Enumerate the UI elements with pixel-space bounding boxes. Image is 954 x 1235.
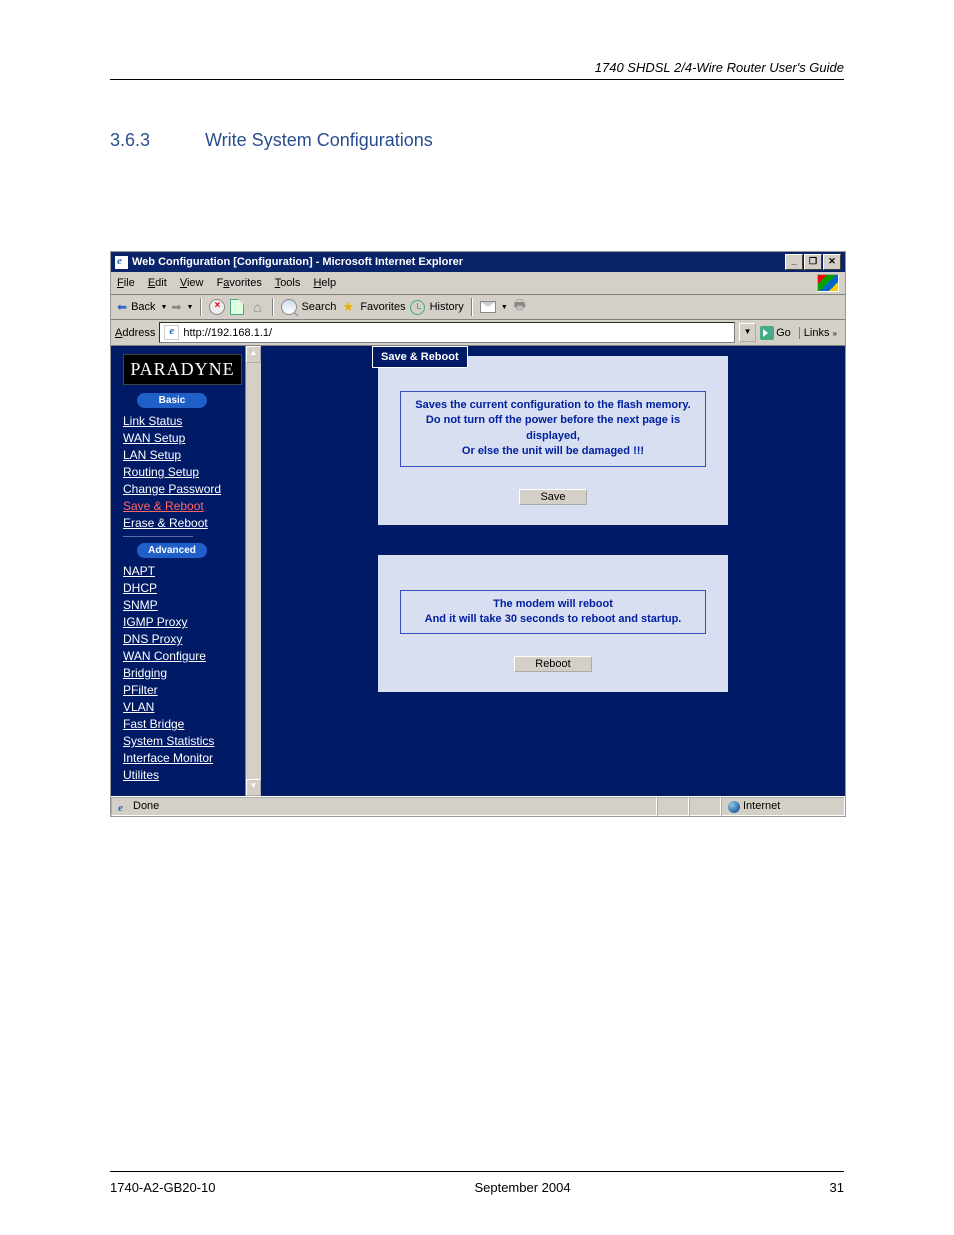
mail-dropdown-icon[interactable]: ▼ — [501, 304, 508, 311]
menu-bar: File Edit View Favorites Tools Help — [111, 272, 845, 295]
search-icon[interactable] — [281, 299, 297, 315]
reboot-panel: The modem will reboot And it will take 3… — [378, 555, 728, 693]
nav-fast-bridge[interactable]: Fast Bridge — [123, 717, 261, 731]
nav-basic: Link Status WAN Setup LAN Setup Routing … — [123, 414, 261, 530]
save-panel: Save & Reboot Saves the current configur… — [378, 356, 728, 525]
status-cell-1 — [657, 797, 689, 816]
print-icon[interactable]: 🖶 — [512, 299, 528, 315]
forward-arrow-icon[interactable]: ➡ — [171, 300, 181, 314]
mail-icon[interactable] — [480, 299, 496, 315]
save-panel-title: Save & Reboot — [372, 346, 468, 368]
nav-system-statistics[interactable]: System Statistics — [123, 734, 261, 748]
reboot-button[interactable]: Reboot — [514, 656, 591, 672]
nav-pfilter[interactable]: PFilter — [123, 683, 261, 697]
sidebar: PARADYNE Basic Link Status WAN Setup LAN… — [111, 346, 261, 796]
favorites-button[interactable]: Favorites — [360, 301, 405, 313]
back-button[interactable]: Back — [131, 301, 155, 313]
nav-vlan[interactable]: VLAN — [123, 700, 261, 714]
sidebar-scrollbar[interactable]: ▲ ▼ — [245, 346, 261, 796]
internet-zone-icon — [728, 801, 740, 813]
maximize-button[interactable]: ❐ — [804, 254, 822, 270]
favorites-icon[interactable]: ★ — [340, 299, 356, 315]
nav-erase-reboot[interactable]: Erase & Reboot — [123, 516, 261, 530]
home-icon[interactable]: ⌂ — [249, 299, 265, 315]
nav-lan-setup[interactable]: LAN Setup — [123, 448, 261, 462]
nav-snmp[interactable]: SNMP — [123, 598, 261, 612]
go-button[interactable]: Go — [760, 326, 791, 340]
nav-routing-setup[interactable]: Routing Setup — [123, 465, 261, 479]
go-arrow-icon — [760, 326, 774, 340]
minimize-button[interactable]: _ — [785, 254, 803, 270]
reboot-message: The modem will reboot And it will take 3… — [400, 590, 706, 635]
save-button[interactable]: Save — [519, 489, 586, 505]
toolbar: ⬅ Back ▼ ➡ ▼ × ⌂ Search ★ Favorites Hist… — [111, 295, 845, 320]
main-frame: Save & Reboot Saves the current configur… — [261, 346, 845, 796]
section-number: 3.6.3 — [110, 130, 200, 151]
address-url: http://192.168.1.1/ — [183, 327, 272, 339]
menu-edit[interactable]: Edit — [148, 277, 167, 289]
status-ie-icon: e — [118, 801, 130, 813]
nav-napt[interactable]: NAPT — [123, 564, 261, 578]
address-field[interactable]: e http://192.168.1.1/ — [159, 322, 735, 343]
address-dropdown-icon[interactable]: ▼ — [739, 323, 756, 342]
scroll-up-icon[interactable]: ▲ — [246, 346, 261, 363]
footer-page-num: 31 — [830, 1180, 844, 1195]
running-header: 1740 SHDSL 2/4-Wire Router User's Guide — [110, 60, 844, 75]
header-rule — [110, 79, 844, 80]
nav-interface-monitor[interactable]: Interface Monitor — [123, 751, 261, 765]
status-bar: e Done Internet — [111, 796, 845, 816]
status-cell-2 — [689, 797, 721, 816]
section-title: Write System Configurations — [205, 130, 433, 150]
menu-file[interactable]: File — [117, 277, 135, 289]
close-button[interactable]: ✕ — [823, 254, 841, 270]
scroll-down-icon[interactable]: ▼ — [246, 779, 261, 796]
nav-dns-proxy[interactable]: DNS Proxy — [123, 632, 261, 646]
links-button[interactable]: Links » — [799, 327, 841, 339]
ie-icon — [115, 256, 128, 269]
forward-dropdown-icon[interactable]: ▼ — [187, 304, 194, 311]
windows-logo-icon — [817, 274, 839, 292]
nav-igmp-proxy[interactable]: IGMP Proxy — [123, 615, 261, 629]
back-dropdown-icon[interactable]: ▼ — [161, 304, 168, 311]
footer-date: September 2004 — [474, 1180, 570, 1195]
titlebar: Web Configuration [Configuration] - Micr… — [111, 252, 845, 272]
stop-icon[interactable]: × — [209, 299, 225, 315]
page-footer: 1740-A2-GB20-10 September 2004 31 — [110, 1171, 844, 1195]
pill-advanced: Advanced — [137, 543, 207, 558]
nav-wan-configure[interactable]: WAN Configure — [123, 649, 261, 663]
nav-save-reboot[interactable]: Save & Reboot — [123, 499, 261, 513]
nav-wan-setup[interactable]: WAN Setup — [123, 431, 261, 445]
content-frames: PARADYNE Basic Link Status WAN Setup LAN… — [111, 346, 845, 796]
back-arrow-icon[interactable]: ⬅ — [117, 300, 127, 314]
ie-window: Web Configuration [Configuration] - Micr… — [110, 251, 846, 817]
status-zone: Internet — [743, 799, 780, 814]
nav-utilites[interactable]: Utilites — [123, 768, 261, 782]
history-icon[interactable] — [410, 299, 426, 315]
address-label: Address — [115, 327, 155, 339]
search-button[interactable]: Search — [301, 301, 336, 313]
status-done: Done — [133, 799, 159, 814]
nav-change-password[interactable]: Change Password — [123, 482, 261, 496]
nav-bridging[interactable]: Bridging — [123, 666, 261, 680]
nav-separator — [123, 536, 193, 537]
address-bar: Address e http://192.168.1.1/ ▼ Go Links… — [111, 320, 845, 346]
nav-advanced: NAPT DHCP SNMP IGMP Proxy DNS Proxy WAN … — [123, 564, 261, 782]
menu-view[interactable]: View — [180, 277, 204, 289]
page-icon: e — [164, 325, 179, 340]
history-button[interactable]: History — [430, 301, 464, 313]
logo: PARADYNE — [123, 354, 242, 385]
nav-dhcp[interactable]: DHCP — [123, 581, 261, 595]
save-message: Saves the current configuration to the f… — [400, 391, 706, 467]
nav-link-status[interactable]: Link Status — [123, 414, 261, 428]
pill-basic: Basic — [137, 393, 207, 408]
window-title: Web Configuration [Configuration] - Micr… — [132, 256, 463, 268]
refresh-icon[interactable] — [229, 299, 245, 315]
menu-help[interactable]: Help — [313, 277, 336, 289]
menu-favorites[interactable]: Favorites — [217, 277, 262, 289]
menu-tools[interactable]: Tools — [275, 277, 301, 289]
section-heading: 3.6.3 Write System Configurations — [110, 130, 844, 151]
footer-doc-id: 1740-A2-GB20-10 — [110, 1180, 216, 1195]
